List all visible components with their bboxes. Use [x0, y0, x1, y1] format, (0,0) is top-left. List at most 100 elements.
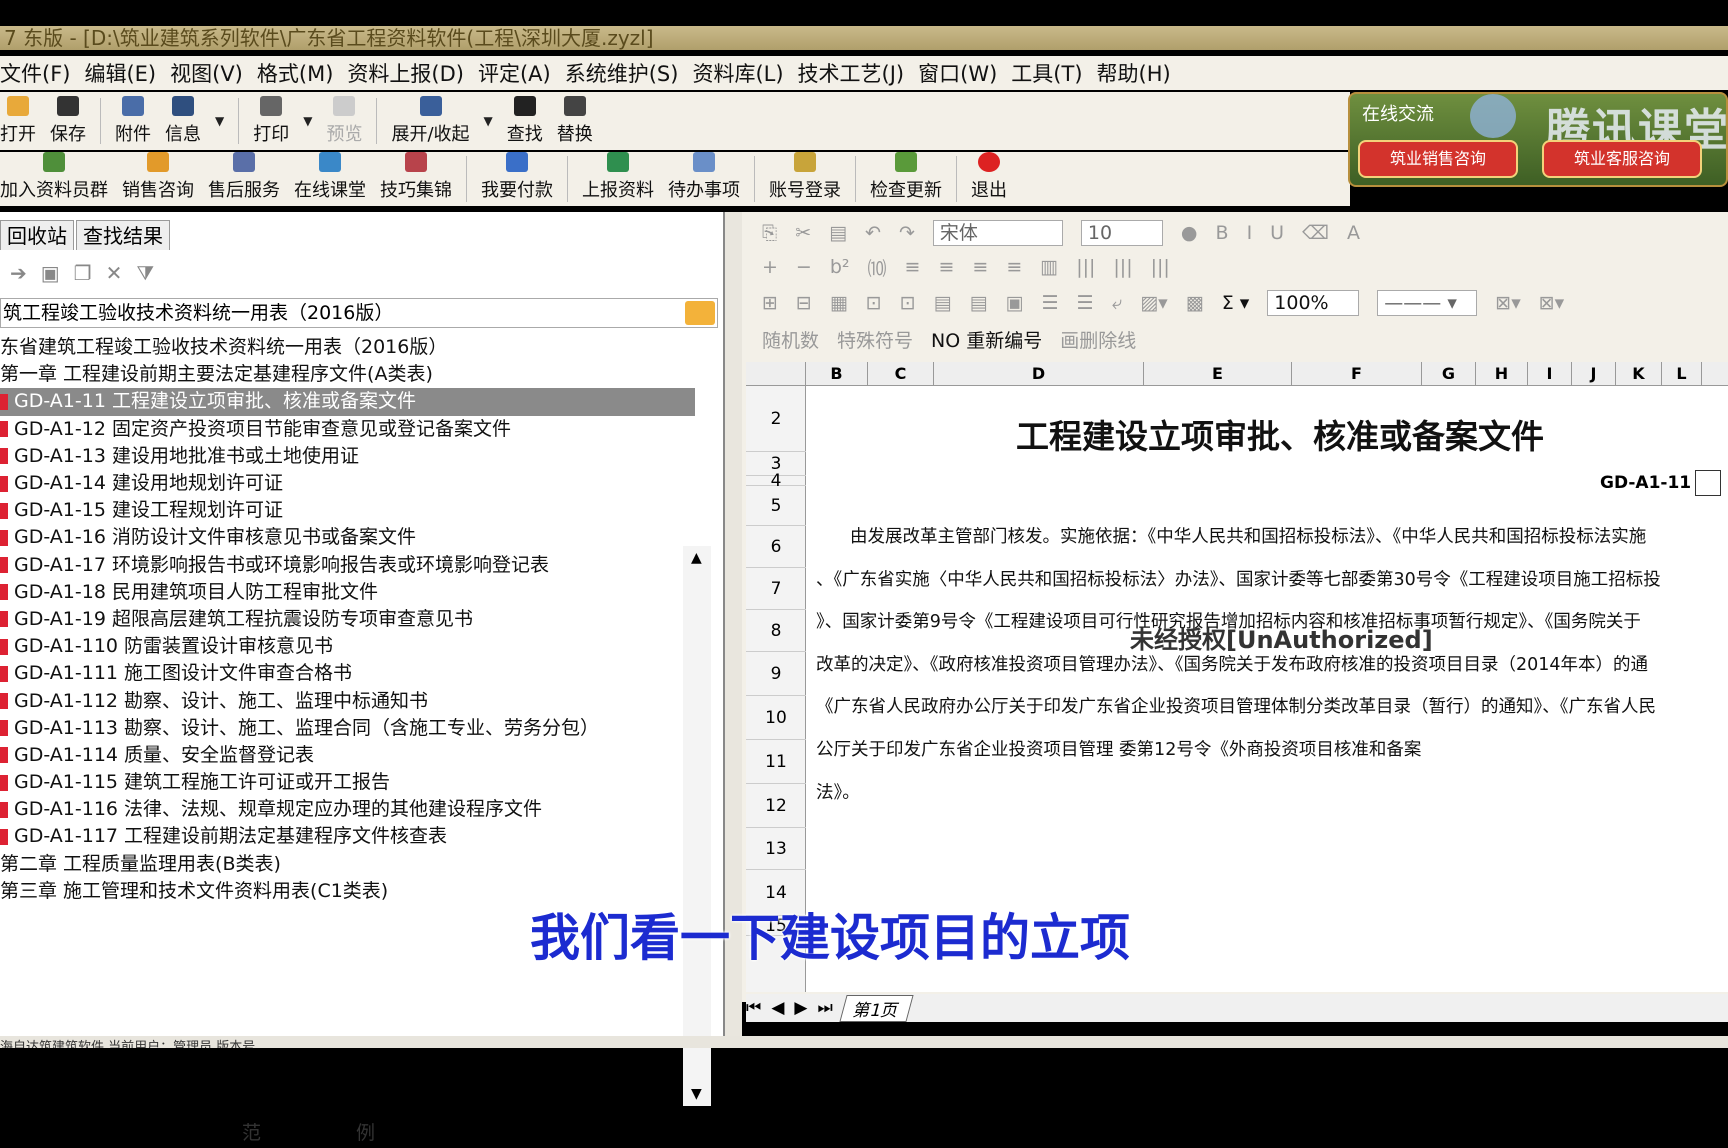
- column-header-cell[interactable]: J: [1572, 362, 1616, 385]
- row-header-cell[interactable]: 4: [746, 473, 806, 490]
- tab-search-results[interactable]: 查找结果: [76, 220, 170, 250]
- strikethrough-button[interactable]: 画删除线: [1060, 326, 1136, 353]
- justify-icon[interactable]: ≡: [1006, 256, 1022, 278]
- align-left-icon[interactable]: ≡: [905, 256, 921, 278]
- menu-view[interactable]: 视图(V): [170, 58, 243, 88]
- menu-file[interactable]: 文件(F): [0, 58, 70, 88]
- tree-item[interactable]: GD-A1-14 建设用地规划许可证: [0, 470, 695, 497]
- bold-icon[interactable]: B: [1216, 222, 1229, 244]
- document-code[interactable]: GD-A1-11: [1600, 470, 1722, 496]
- tree-scrollbar[interactable]: ▲ ▼: [683, 546, 711, 1106]
- chevron-down-icon[interactable]: [685, 301, 715, 325]
- scroll-up-icon[interactable]: ▲: [691, 550, 702, 566]
- document-body[interactable]: 由发展改革主管部门核发。实施依据：《中华人民共和国招标投标法》、《中华人民共和国…: [816, 516, 1728, 814]
- classroom-button[interactable]: 在线课堂: [294, 152, 366, 206]
- replace-button[interactable]: 替换: [557, 96, 593, 150]
- align-center-icon[interactable]: ≡: [938, 256, 954, 278]
- column-header-cell[interactable]: I: [1528, 362, 1572, 385]
- tree-item[interactable]: GD-A1-15 建设工程规划许可证: [0, 497, 695, 524]
- column-header-cell[interactable]: K: [1616, 362, 1662, 385]
- update-button[interactable]: 检查更新: [870, 152, 942, 206]
- row-header-cell[interactable]: 8: [746, 610, 806, 652]
- insert-image-icon[interactable]: ▨▾: [1140, 292, 1168, 314]
- menu-edit[interactable]: 编辑(E): [84, 58, 156, 88]
- row-header-cell[interactable]: 10: [746, 696, 806, 740]
- column-header-cell[interactable]: F: [1292, 362, 1422, 385]
- column-header-cell[interactable]: B: [806, 362, 868, 385]
- print-dropdown-icon[interactable]: ▼: [303, 114, 312, 128]
- fraction-icon[interactable]: ⑽: [868, 254, 887, 281]
- column-3-icon[interactable]: |||: [1151, 256, 1170, 278]
- row-header-cell[interactable]: 13: [746, 828, 806, 870]
- tab-recycle-bin[interactable]: 回收站: [0, 220, 74, 250]
- sales-chat-button[interactable]: 筑业销售咨询: [1358, 140, 1518, 178]
- row-header-cell[interactable]: 11: [746, 740, 806, 784]
- tree-item[interactable]: GD-A1-117 工程建设前期法定基建程序文件核查表: [0, 823, 695, 850]
- tree-item[interactable]: 东省建筑工程竣工验收技术资料统一用表（2016版）: [0, 334, 695, 361]
- sum-icon[interactable]: Σ ▾: [1222, 292, 1250, 314]
- random-number-button[interactable]: 随机数: [762, 326, 819, 353]
- column-icon[interactable]: |||: [1076, 256, 1095, 278]
- merge-icon[interactable]: ⊞: [762, 292, 778, 314]
- open-button[interactable]: 打开: [0, 96, 36, 150]
- menu-window[interactable]: 窗口(W): [918, 58, 997, 88]
- border-icon[interactable]: ⊠▾: [1495, 292, 1520, 314]
- code-box[interactable]: [1695, 470, 1722, 496]
- tree-item[interactable]: 第二章 工程质量监理用表(B类表): [0, 851, 695, 878]
- insert-col-icon[interactable]: ⊡: [900, 292, 916, 314]
- font-select[interactable]: 宋体: [932, 220, 1063, 246]
- info-button[interactable]: 信息: [165, 96, 201, 150]
- tree-item[interactable]: GD-A1-111 施工图设计文件审查合格书: [0, 660, 695, 687]
- last-sheet-icon[interactable]: ⏭: [817, 998, 832, 1018]
- tree-item[interactable]: GD-A1-113 勘察、设计、施工、监理合同（含施工专业、劳务分包）: [0, 715, 695, 742]
- join-group-button[interactable]: 加入资料员群: [0, 152, 108, 206]
- copy-icon[interactable]: ❐: [74, 261, 92, 285]
- menu-report[interactable]: 资料上报(D): [347, 58, 464, 88]
- tips-button[interactable]: 技巧集锦: [380, 152, 452, 206]
- sales-button[interactable]: 销售咨询: [122, 152, 194, 206]
- tree-item[interactable]: GD-A1-19 超限高层建筑工程抗震设防专项审查意见书: [0, 606, 695, 633]
- expand-collapse-button[interactable]: 展开/收起: [391, 96, 470, 150]
- next-sheet-icon[interactable]: ▶: [794, 998, 807, 1018]
- info-dropdown-icon[interactable]: ▼: [215, 114, 224, 128]
- menu-tools[interactable]: 工具(T): [1011, 58, 1082, 88]
- new-item-icon[interactable]: ▣: [41, 261, 60, 285]
- split-icon[interactable]: ⊟: [796, 292, 812, 314]
- login-button[interactable]: 账号登录: [769, 152, 841, 206]
- service-button[interactable]: 售后服务: [208, 152, 280, 206]
- row-header-cell[interactable]: 9: [746, 652, 806, 696]
- menu-tech[interactable]: 技术工艺(J): [798, 58, 905, 88]
- column-header-cell[interactable]: G: [1422, 362, 1476, 385]
- redo-icon[interactable]: ↷: [899, 222, 915, 244]
- pay-button[interactable]: 我要付款: [481, 152, 553, 206]
- find-button[interactable]: 查找: [507, 96, 543, 150]
- arrow-right-icon[interactable]: ➔: [10, 261, 27, 285]
- distribute-icon[interactable]: ▥: [1040, 256, 1058, 278]
- template-select[interactable]: 筑工程竣工验收技术资料统一用表（2016版）: [0, 298, 718, 328]
- tree-item[interactable]: GD-A1-110 防雷装置设计审核意见书: [0, 633, 695, 660]
- row-header-cell[interactable]: 2: [746, 386, 806, 452]
- expand-dropdown-icon[interactable]: ▼: [484, 114, 493, 128]
- tree-item[interactable]: 第一章 工程建设前期主要法定基建程序文件(A类表): [0, 361, 695, 388]
- save-button[interactable]: 保存: [50, 96, 86, 150]
- tree-item[interactable]: GD-A1-18 民用建筑项目人防工程审批文件: [0, 579, 695, 606]
- tree-item[interactable]: GD-A1-114 质量、安全监督登记表: [0, 742, 695, 769]
- row-header-cell[interactable]: 12: [746, 784, 806, 828]
- lock-icon[interactable]: ▣: [1006, 292, 1024, 314]
- menu-system[interactable]: 系统维护(S): [565, 58, 679, 88]
- column-header-cell[interactable]: L: [1662, 362, 1702, 385]
- renumber-button[interactable]: NO 重新编号: [931, 326, 1042, 353]
- paste-icon[interactable]: ▤: [829, 222, 847, 244]
- tree-item[interactable]: GD-A1-16 消防设计文件审核意见书或备案文件: [0, 524, 695, 551]
- print-button[interactable]: 打印: [253, 96, 289, 150]
- menu-help[interactable]: 帮助(H): [1097, 58, 1171, 88]
- clear-format-icon[interactable]: ⌫: [1302, 222, 1329, 244]
- menu-format[interactable]: 格式(M): [257, 58, 334, 88]
- zoom-select[interactable]: 100%: [1267, 290, 1360, 316]
- column-header-cell[interactable]: D: [934, 362, 1144, 385]
- italic-icon[interactable]: I: [1247, 222, 1253, 244]
- first-sheet-icon[interactable]: ⏮: [746, 998, 761, 1018]
- todo-button[interactable]: 待办事项: [668, 152, 740, 206]
- corner-cell[interactable]: [746, 362, 806, 385]
- tree-item[interactable]: GD-A1-11 工程建设立项审批、核准或备案文件: [0, 388, 695, 416]
